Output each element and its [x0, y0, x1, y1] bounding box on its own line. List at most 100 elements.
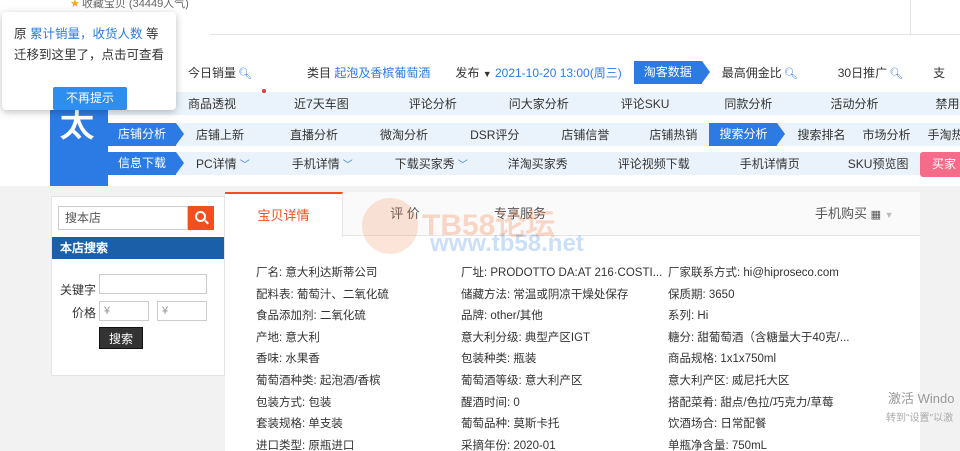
attribute-item: 意大利分级: 典型产区IGT — [461, 331, 591, 344]
search-button[interactable] — [188, 206, 214, 230]
more-item[interactable]: 支 — [933, 64, 945, 81]
buyer-show-dropdown[interactable]: 下载买家秀 ﹀ — [395, 155, 468, 172]
publish-value: 2021-10-20 13:00(周三) — [494, 66, 622, 80]
tool-item[interactable]: 禁用词检 — [935, 95, 960, 112]
pc-detail-dropdown[interactable]: PC详情 ﹀ — [196, 155, 250, 172]
mobile-detail-dropdown[interactable]: 手机详情 ﹀ — [292, 155, 353, 172]
search-icon: 🔍︎ — [889, 68, 904, 80]
dropdown-label: 手机详情 — [291, 157, 340, 171]
attribute-item: 搭配菜肴: 甜点/色拉/巧克力/草莓 — [668, 396, 834, 409]
shop-search-panel: 搜本店 本店搜索 关键字 价格 ¥ ¥ 搜索 — [51, 196, 225, 376]
tool-item[interactable]: 市场分析 — [862, 126, 910, 143]
dont-show-again-button[interactable]: 不再提示 — [53, 87, 127, 110]
tool-item[interactable]: 店铺信誉 — [561, 126, 609, 143]
tool-item[interactable]: 微淘分析 — [380, 126, 428, 143]
star-icon: ★ — [70, 0, 80, 10]
toolbar-row-1: 今日销量 🔍︎ 类目 起泡及香槟葡萄酒 发布 ▼ 2021-10-20 13:00… — [108, 61, 960, 84]
tool-item[interactable]: 近7天车图 — [294, 95, 349, 112]
windows-activation-title: 激活 Windo — [888, 391, 955, 406]
tool-item[interactable]: 问大家分析 — [509, 95, 569, 112]
tool-item[interactable]: 手机详情页 — [740, 155, 800, 172]
favorite-text: 收藏宝贝 (34449人气) — [81, 0, 189, 10]
popup-message: 原 累计销量，收货人数 等迁移到这里了，点击可查看 — [14, 24, 170, 66]
favorite-item[interactable]: ★ 收藏宝贝 (34449人气) — [70, 0, 189, 11]
tool-item[interactable]: 搜索排名 — [797, 126, 845, 143]
migration-tip-popup: 原 累计销量，收货人数 等迁移到这里了，点击可查看 不再提示 — [2, 12, 176, 110]
attribute-item: 进口类型: 原瓶进口 — [256, 439, 355, 451]
notification-dot — [262, 89, 266, 93]
attribute-item: 配料表: 葡萄汁、二氧化硫 — [256, 288, 389, 301]
attribute-item: 饮酒场合: 日常配餐 — [668, 418, 767, 431]
search-icon: 🔍︎ — [238, 68, 252, 80]
mobile-buy[interactable]: 手机购买 ▦ ▼ — [815, 192, 894, 237]
caret-down-icon: ▼ — [482, 69, 492, 79]
attribute-item: 单瓶净含量: 750mL — [668, 439, 768, 451]
sales-today-label: 今日销量 — [188, 66, 237, 80]
max-commission[interactable]: 最高佣金比 🔍︎ — [722, 64, 798, 81]
attribute-item: 食品添加剂: 二氧化硫 — [256, 310, 366, 323]
tool-item[interactable]: 店铺上新 — [196, 126, 244, 143]
search-icon-handle — [204, 219, 209, 225]
attribute-item: 厂址: PRODOTTO DA:AT 216·COSTI... — [461, 267, 663, 279]
tool-item[interactable]: DSR评分 — [470, 126, 519, 143]
tool-item[interactable]: 同款分析 — [724, 95, 772, 112]
category-label: 类目 — [306, 66, 331, 80]
taoke-data-tag[interactable]: 淘客数据 — [633, 61, 710, 84]
attribute-item: 厂名: 意大利达斯蒂公司 — [256, 267, 378, 279]
attribute-item: 系列: Hi — [668, 310, 709, 323]
attribute-item: 葡萄酒种类: 起泡酒/香槟 — [256, 375, 381, 387]
attribute-item: 包装方式: 包装 — [256, 396, 332, 409]
keyword-label: 关键字 — [60, 283, 97, 297]
attribute-item: 厂家联系方式: hi@hiproseco.com — [668, 267, 839, 279]
tool-item[interactable]: 直播分析 — [290, 126, 338, 143]
tool-item[interactable]: SKU预览图 — [848, 155, 909, 172]
shop-search-heading: 本店搜索 — [52, 237, 224, 259]
max-commission-label: 最高佣金比 — [721, 66, 782, 80]
toolbar-row-3: 店铺分析 店铺上新 直播分析 微淘分析 DSR评分 店铺信誉 店铺热销 搜索分析… — [108, 123, 960, 146]
tab-item-detail[interactable]: 宝贝详情 — [225, 192, 343, 237]
attribute-item: 储藏方法: 常温或阴凉干燥处保存 — [461, 288, 629, 301]
tool-item[interactable]: 洋淘买家秀 — [508, 155, 568, 172]
price-min-input[interactable]: ¥ — [99, 301, 149, 321]
caret-down-icon: ▼ — [884, 210, 894, 220]
tool-item[interactable]: 评论视频下载 — [618, 155, 690, 172]
chevron-down-icon: ﹀ — [342, 160, 353, 171]
shop-search-input[interactable]: 搜本店 — [58, 206, 188, 230]
buyer-button[interactable]: 买家 — [920, 152, 960, 177]
tool-item[interactable]: 商品透视 — [188, 95, 236, 112]
tool-item[interactable]: 评论分析 — [409, 95, 457, 112]
attribute-item: 意大利产区: 威尼托大区 — [668, 375, 790, 387]
attribute-item: 葡萄品种: 莫斯卡托 — [461, 418, 560, 431]
tool-item[interactable]: 店铺热销 — [649, 126, 697, 143]
keyword-input[interactable] — [99, 274, 207, 294]
category-info: 类目 起泡及香槟葡萄酒 — [307, 64, 430, 81]
attribute-item: 醒酒时间: 0 — [461, 396, 520, 409]
tool-item[interactable]: 手淘热榜 — [927, 126, 960, 143]
category-value[interactable]: 起泡及香槟葡萄酒 — [334, 66, 430, 80]
windows-activation-hint: 转到"设置"以激 — [886, 413, 954, 424]
chevron-down-icon: ﹀ — [239, 160, 250, 171]
chevron-down-icon: ﹀ — [457, 160, 468, 171]
attribute-item: 商品规格: 1x1x750ml — [668, 353, 777, 366]
shop-search-button[interactable]: 搜索 — [99, 327, 143, 349]
tool-item[interactable]: 评论SKU — [621, 95, 670, 112]
sales-today[interactable]: 今日销量 🔍︎ — [188, 64, 252, 81]
promo-30-days[interactable]: 30日推广 🔍︎ — [838, 64, 903, 81]
attribute-item: 保质期: 3650 — [668, 288, 735, 301]
mobile-buy-label: 手机购买 — [815, 206, 868, 221]
info-download-tag[interactable]: 信息下载 — [108, 152, 185, 175]
attribute-item: 套装规格: 单支装 — [256, 418, 343, 431]
search-analysis-tag[interactable]: 搜索分析 — [709, 123, 786, 146]
price-max-input[interactable]: ¥ — [157, 301, 207, 321]
attribute-item: 包装种类: 瓶装 — [461, 353, 537, 366]
toolbar-row-4: 信息下载 PC详情 ﹀ 手机详情 ﹀ 下载买家秀 ﹀ 洋淘买家秀 评论视频下载 手机详… — [108, 152, 960, 175]
attribute-item: 糖分: 甜葡萄酒（含糖量大于40克/... — [668, 331, 850, 344]
publish-info: 发布 ▼ 2021-10-20 13:00(周三) — [455, 64, 621, 81]
watermark-url: www.tb58.net — [430, 230, 584, 257]
attribute-item: 品牌: other/其他 — [461, 310, 543, 323]
tool-item[interactable]: 活动分析 — [830, 95, 878, 112]
popup-text: 等 — [146, 27, 159, 41]
search-icon: 🔍︎ — [783, 68, 798, 80]
qr-code-icon: ▦ — [870, 209, 882, 221]
shop-analysis-tag[interactable]: 店铺分析 — [108, 123, 185, 146]
